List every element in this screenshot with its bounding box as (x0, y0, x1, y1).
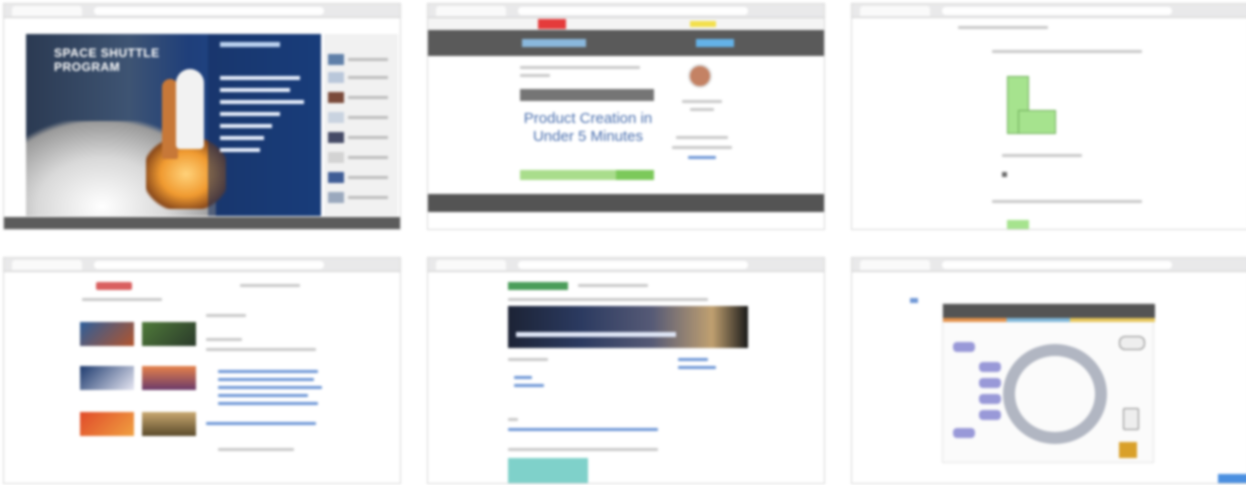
corner-button (1218, 474, 1246, 483)
browser-chrome (4, 4, 400, 18)
video-bar (520, 89, 654, 101)
signup-button (616, 170, 654, 180)
promo-badge (690, 21, 716, 27)
browser-chrome (4, 258, 400, 272)
institution-logo (1119, 442, 1137, 458)
player-controls (4, 217, 400, 229)
browser-chrome (852, 4, 1246, 18)
course-thumbnail (508, 458, 588, 483)
gallery-photo (80, 366, 134, 390)
browser-chrome (428, 4, 824, 18)
cycle-ring (1003, 344, 1107, 444)
browser-chrome (428, 258, 824, 272)
site-header (428, 30, 824, 56)
thumbnail-shape-exercise[interactable] (851, 3, 1246, 230)
breadcrumb (82, 298, 162, 301)
thumbnail-concept-diagram[interactable] (851, 257, 1246, 484)
exercise-title (958, 26, 1048, 29)
course-banner (508, 306, 748, 348)
page-title (520, 66, 640, 69)
nav-bar (508, 298, 708, 301)
site-logo (508, 282, 568, 290)
gallery-photo (142, 322, 196, 346)
page-indicator (910, 298, 918, 303)
diagram-canvas (942, 303, 1155, 463)
gallery-photo (80, 322, 134, 346)
promo-button (538, 19, 566, 29)
thumbnail-galaxy-course[interactable] (427, 257, 825, 484)
course-title (516, 332, 676, 337)
submit-button (1007, 220, 1029, 229)
browser-chrome (852, 258, 1246, 272)
gallery-photo (142, 412, 196, 436)
thumbnail-space-shuttle[interactable]: SPACE SHUTTLE PROGRAM (3, 3, 401, 230)
chapter-panel (208, 34, 321, 216)
shuttle-icon (176, 69, 204, 149)
header-button (696, 39, 734, 47)
hero-title: SPACE SHUTTLE PROGRAM (54, 46, 160, 74)
radio-icon (1002, 172, 1007, 177)
site-logo (96, 282, 132, 290)
site-footer (428, 194, 824, 212)
announcement-bar (428, 18, 824, 30)
chapter-sidebar (324, 34, 398, 216)
site-logo (522, 39, 586, 47)
shape-piece (1018, 110, 1056, 134)
gallery-photo (80, 412, 134, 436)
video-headline: Product Creation in Under 5 Minutes (523, 110, 653, 145)
thumbnail-photo-gallery[interactable] (3, 257, 401, 484)
gallery-photo (142, 366, 196, 390)
author-avatar (688, 64, 712, 88)
hero-image: SPACE SHUTTLE PROGRAM (26, 34, 321, 216)
thumbnail-product-creation[interactable]: Product Creation in Under 5 Minutes (427, 3, 825, 230)
